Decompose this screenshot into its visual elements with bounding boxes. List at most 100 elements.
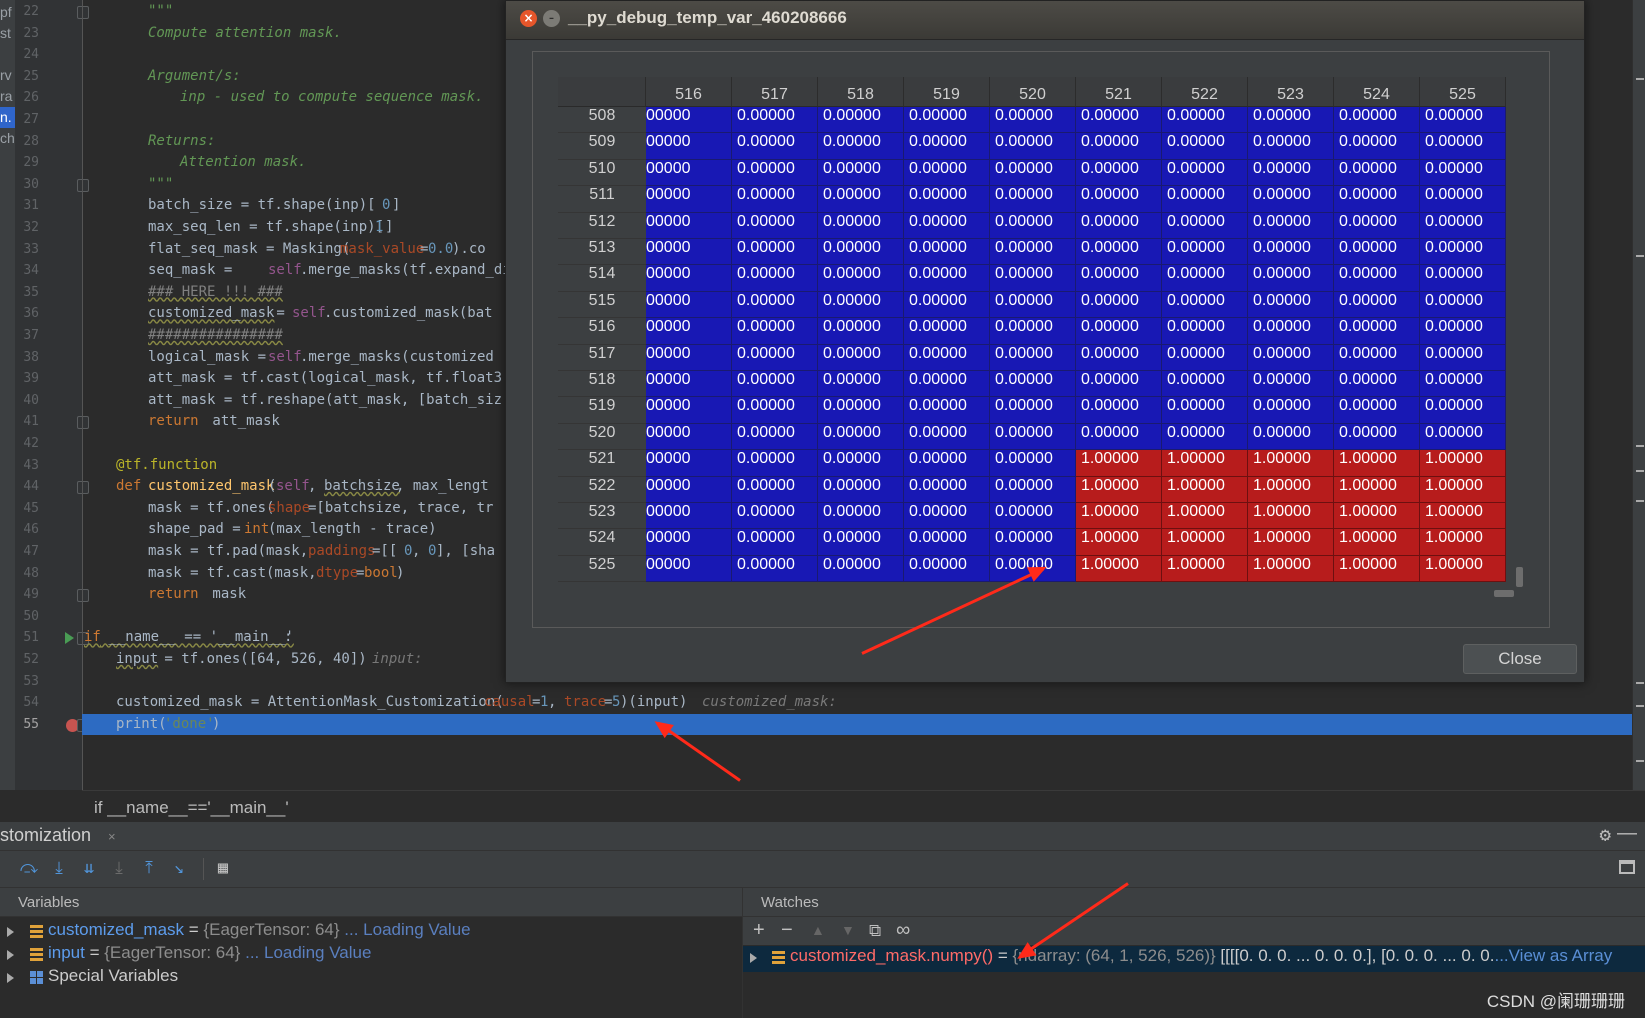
array-cell[interactable]: 1.00000 [1076, 555, 1162, 583]
array-cell[interactable]: 00000 [646, 476, 732, 503]
array-cell[interactable]: 0.00000 [904, 397, 990, 424]
row-header[interactable]: 524 [558, 529, 646, 556]
minimize-window-icon[interactable]: – [543, 10, 560, 27]
array-cell[interactable]: 0.00000 [818, 529, 904, 556]
array-cell[interactable]: 0.00000 [904, 503, 990, 530]
row-header[interactable]: 522 [558, 476, 646, 503]
array-cell[interactable]: 0.00000 [818, 371, 904, 398]
array-cell[interactable]: 0.00000 [1248, 239, 1334, 266]
array-cell[interactable]: 1.00000 [1162, 529, 1248, 556]
run-to-cursor-icon[interactable]: ↘ [168, 857, 190, 879]
variable-row[interactable]: Special Variables [0, 966, 742, 990]
array-cell[interactable]: 0.00000 [990, 186, 1076, 213]
array-cell[interactable]: 0.00000 [732, 529, 818, 556]
project-item-fragment[interactable]: pf [0, 2, 15, 23]
column-header[interactable]: 521 [1076, 77, 1162, 107]
array-cell[interactable]: 0.00000 [1248, 212, 1334, 239]
array-cell[interactable]: 1.00000 [1248, 476, 1334, 503]
step-into-my-code-icon[interactable]: ⇊ [78, 857, 100, 879]
horizontal-scrollbar[interactable] [646, 587, 1514, 600]
array-cell[interactable]: 0.00000 [904, 265, 990, 292]
array-cell[interactable]: 0.00000 [1420, 239, 1506, 266]
array-cell[interactable]: 0.00000 [818, 239, 904, 266]
array-cell[interactable]: 0.00000 [732, 133, 818, 160]
array-cell[interactable]: 0.00000 [1420, 371, 1506, 398]
array-cell[interactable]: 00000 [646, 397, 732, 424]
scroll-thumb[interactable] [1516, 567, 1523, 587]
array-cell[interactable]: 0.00000 [818, 397, 904, 424]
array-cell[interactable]: 0.00000 [1334, 107, 1420, 134]
marker[interactable] [1636, 705, 1644, 707]
array-cell[interactable]: 00000 [646, 212, 732, 239]
row-header[interactable]: 516 [558, 318, 646, 345]
expand-arrow-icon[interactable] [7, 927, 14, 937]
array-cell[interactable]: 0.00000 [1420, 186, 1506, 213]
array-cell[interactable]: 0.00000 [1420, 265, 1506, 292]
array-cell[interactable]: 0.00000 [818, 476, 904, 503]
array-cell[interactable]: 0.00000 [1420, 133, 1506, 160]
expand-arrow-icon[interactable] [7, 973, 14, 983]
array-cell[interactable]: 0.00000 [1076, 423, 1162, 451]
array-cell[interactable]: 0.00000 [732, 107, 818, 134]
array-cell[interactable]: 1.00000 [1076, 529, 1162, 556]
column-header[interactable]: 518 [818, 77, 904, 107]
marker[interactable] [1636, 500, 1644, 502]
array-cell[interactable]: 1.00000 [1076, 476, 1162, 503]
row-header[interactable]: 514 [558, 265, 646, 292]
step-out-icon[interactable]: ⤒ [138, 857, 160, 879]
array-cell[interactable]: 00000 [646, 186, 732, 213]
array-cell[interactable]: 0.00000 [904, 291, 990, 319]
array-cell[interactable]: 0.00000 [904, 159, 990, 187]
array-cell[interactable]: 0.00000 [1248, 159, 1334, 187]
array-cell[interactable]: 0.00000 [990, 503, 1076, 530]
vertical-scrollbar[interactable] [1514, 107, 1525, 587]
row-header[interactable]: 517 [558, 344, 646, 371]
array-cell[interactable]: 0.00000 [818, 186, 904, 213]
row-header[interactable]: 519 [558, 397, 646, 424]
marker[interactable] [1636, 255, 1644, 257]
array-cell[interactable]: 0.00000 [1076, 397, 1162, 424]
array-cell[interactable]: 1.00000 [1334, 450, 1420, 477]
array-cell[interactable]: 0.00000 [818, 291, 904, 319]
array-cell[interactable]: 00000 [646, 265, 732, 292]
scroll-thumb[interactable] [1494, 590, 1514, 597]
array-cell[interactable]: 0.00000 [990, 291, 1076, 319]
array-cell[interactable]: 1.00000 [1334, 529, 1420, 556]
array-cell[interactable]: 1.00000 [1420, 476, 1506, 503]
array-cell[interactable]: 00000 [646, 344, 732, 371]
array-cell[interactable]: 00000 [646, 371, 732, 398]
array-cell[interactable]: 0.00000 [732, 291, 818, 319]
array-cell[interactable]: 0.00000 [904, 476, 990, 503]
column-header[interactable]: 517 [732, 77, 818, 107]
marker[interactable] [1636, 78, 1644, 80]
dialog-titlebar[interactable]: × – __py_debug_temp_var_460208666 [506, 1, 1584, 40]
evaluate-expression-icon[interactable]: ▦ [212, 857, 234, 879]
array-cell[interactable]: 00000 [646, 107, 732, 134]
array-cell[interactable]: 0.00000 [1334, 159, 1420, 187]
close-tab-icon[interactable]: × [108, 829, 116, 844]
array-cell[interactable]: 0.00000 [1334, 423, 1420, 451]
array-cell[interactable]: 0.00000 [904, 555, 990, 583]
array-cell[interactable]: 0.00000 [904, 107, 990, 134]
array-cell[interactable]: 0.00000 [1420, 291, 1506, 319]
array-cell[interactable]: 0.00000 [1420, 107, 1506, 134]
array-cell[interactable]: 0.00000 [1076, 133, 1162, 160]
array-cell[interactable]: 0.00000 [904, 423, 990, 451]
array-cell[interactable]: 0.00000 [1334, 371, 1420, 398]
array-cell[interactable]: 1.00000 [1420, 555, 1506, 583]
array-cell[interactable]: 0.00000 [1334, 318, 1420, 345]
watch-expression[interactable]: customized_mask.numpy() [790, 946, 993, 965]
array-cell[interactable]: 0.00000 [990, 318, 1076, 345]
row-header[interactable]: 509 [558, 133, 646, 160]
array-cell[interactable]: 0.00000 [1162, 107, 1248, 134]
close-window-icon[interactable]: × [520, 10, 537, 27]
array-cell[interactable]: 0.00000 [904, 186, 990, 213]
array-cell[interactable]: 00000 [646, 239, 732, 266]
breadcrumb[interactable]: if __name__=='__main__' [82, 790, 1645, 823]
array-cell[interactable]: 1.00000 [1162, 476, 1248, 503]
row-header[interactable]: 515 [558, 291, 646, 319]
array-cell[interactable]: 0.00000 [1162, 265, 1248, 292]
code-line[interactable]: print('done') [82, 713, 1645, 736]
array-cell[interactable]: 00000 [646, 555, 732, 583]
array-cell[interactable]: 0.00000 [1162, 133, 1248, 160]
